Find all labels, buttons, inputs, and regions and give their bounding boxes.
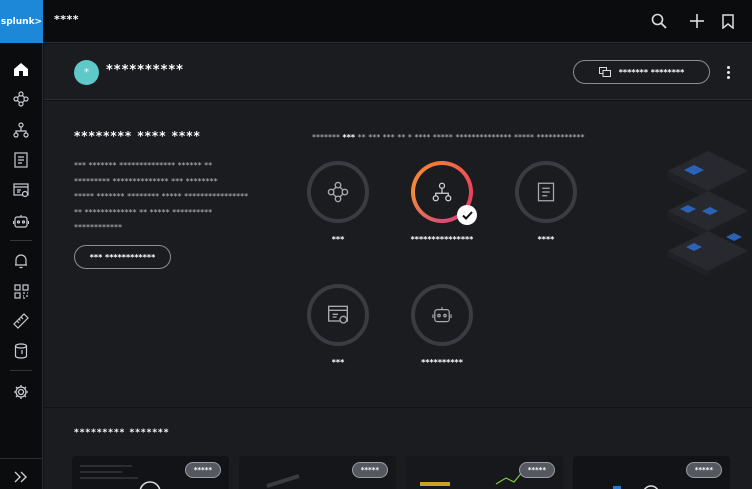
user-header: * ********** ******* ******** xyxy=(44,44,752,100)
spotlight-card[interactable]: ***** xyxy=(573,456,730,489)
experience-option[interactable]: *** xyxy=(298,284,378,367)
workflow-icon xyxy=(327,181,349,203)
splunk-logo[interactable]: splunk> xyxy=(0,0,43,43)
experience-label: ********** xyxy=(421,358,463,367)
robot-icon xyxy=(432,307,452,323)
description-line: *** ******* ************** ****** ** xyxy=(74,161,213,170)
tagline-emphasis: *** xyxy=(342,133,356,142)
welcome-description: *** ******* ************** ****** ** ***… xyxy=(74,158,274,236)
description-line: ************ xyxy=(74,223,122,232)
bookmark-icon[interactable] xyxy=(718,11,738,31)
workflow-icon[interactable] xyxy=(11,89,31,109)
apps-grid-icon[interactable] xyxy=(11,281,31,301)
double-chevron-right-icon[interactable] xyxy=(11,467,31,487)
experience-label: *** xyxy=(331,358,345,367)
spotlight-card[interactable]: ***** xyxy=(72,456,229,489)
experience-ring xyxy=(307,284,369,346)
search-icon[interactable] xyxy=(649,11,669,31)
welcome-panel: ******** **** **** *** ******* *********… xyxy=(44,101,752,407)
nav-divider xyxy=(10,370,32,371)
home-icon[interactable] xyxy=(11,59,31,79)
description-line: ********* ************** *** ******** xyxy=(74,176,218,186)
welcome-title: ******** **** **** xyxy=(74,129,201,143)
card-badge: ***** xyxy=(351,462,388,478)
experience-option[interactable]: **** xyxy=(506,161,586,244)
tagline-text: ** *** *** ** * **** ***** *************… xyxy=(355,133,585,142)
learn-more-button[interactable]: *** ************ xyxy=(74,245,171,269)
card-badge: ***** xyxy=(518,462,555,478)
experience-ring xyxy=(411,284,473,346)
isometric-illustration xyxy=(668,151,748,277)
ruler-icon[interactable] xyxy=(11,311,31,331)
experience-ring xyxy=(307,161,369,223)
robot-icon[interactable] xyxy=(11,211,31,231)
dashboard-icon xyxy=(328,305,348,324)
more-options-icon[interactable] xyxy=(722,62,734,82)
description-line: ***** ******* ******** ***** ***********… xyxy=(74,192,249,201)
spotlight-card[interactable]: ***** xyxy=(239,456,396,489)
experience-label: *************** xyxy=(410,235,474,244)
spotlight-section: ********* ******* ***** ***** ***** ****… xyxy=(44,408,752,489)
avatar[interactable]: * xyxy=(74,60,99,85)
spotlight-card[interactable]: ***** xyxy=(406,456,563,489)
tagline-text: ******* xyxy=(312,133,343,142)
hierarchy-icon[interactable] xyxy=(11,120,31,140)
gear-icon[interactable] xyxy=(11,382,31,402)
checkmark-icon xyxy=(457,205,477,225)
experience-ring xyxy=(515,161,577,223)
switch-experience-label: ******* ******** xyxy=(618,67,685,77)
experience-label: **** xyxy=(537,235,555,244)
document-icon xyxy=(537,182,555,202)
experience-option-selected[interactable]: *************** xyxy=(402,161,482,244)
spotlight-title: ********* ******* xyxy=(74,428,170,438)
window-switch-icon xyxy=(598,67,611,77)
nav-footer-divider xyxy=(0,458,43,459)
experience-label: *** xyxy=(331,235,345,244)
card-badge: ***** xyxy=(685,462,722,478)
user-name: ********** xyxy=(106,63,184,78)
side-nav xyxy=(0,43,43,489)
experience-ring-selected xyxy=(411,161,477,225)
experience-option[interactable]: *** xyxy=(298,161,378,244)
document-icon[interactable] xyxy=(11,150,31,170)
description-line: ** ************* ** ***** ********** xyxy=(74,207,213,217)
nav-divider xyxy=(10,240,32,241)
hierarchy-icon xyxy=(432,182,452,202)
plus-icon[interactable] xyxy=(687,11,707,31)
top-bar: splunk> **** xyxy=(0,0,752,43)
dashboard-icon[interactable] xyxy=(11,180,31,200)
database-icon[interactable] xyxy=(11,341,31,361)
experience-tagline: ******* *** ** *** *** ** * **** ***** *… xyxy=(312,133,585,142)
bell-icon[interactable] xyxy=(11,251,31,271)
logo-text: splunk> xyxy=(0,16,43,27)
app-title: **** xyxy=(54,13,80,26)
experience-option[interactable]: ********** xyxy=(402,284,482,367)
card-badge: ***** xyxy=(184,462,221,478)
switch-experience-button[interactable]: ******* ******** xyxy=(573,60,710,84)
